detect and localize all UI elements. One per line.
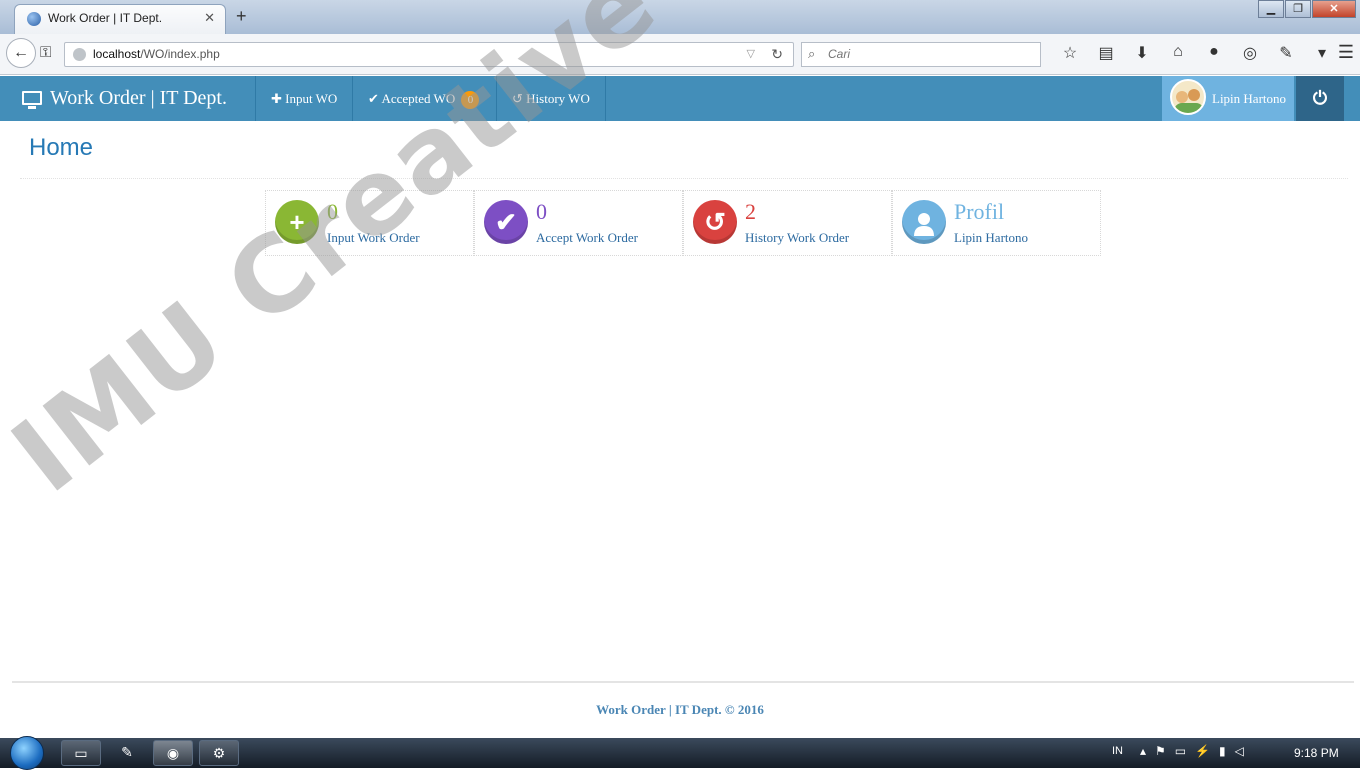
brand-link[interactable]: Work Order | IT Dept. — [22, 76, 227, 121]
nav-input-wo-label: Input WO — [285, 91, 338, 106]
key-icon[interactable]: ⚿ — [40, 44, 51, 61]
pocket-icon[interactable]: ◎ — [1232, 43, 1268, 63]
explorer-taskbar-icon[interactable]: ▭ — [61, 740, 101, 766]
stat-value: 2 — [745, 199, 756, 224]
tray-icons[interactable]: ▴⚑▭⚡▮◁ — [1140, 744, 1253, 758]
url-text: localhost/WO/index.php — [93, 47, 220, 61]
reload-icon[interactable]: ↻ — [771, 46, 783, 63]
nav-input-wo[interactable]: ✚ Input WO — [255, 76, 353, 121]
url-dropdown-icon[interactable]: ▽ — [747, 47, 755, 60]
start-button[interactable] — [10, 736, 44, 770]
download-icon[interactable]: ⬇ — [1124, 43, 1160, 63]
avatar — [1170, 79, 1206, 115]
footer-text: Work Order | IT Dept. © 2016 — [596, 702, 764, 717]
notepad-taskbar-icon[interactable]: ✎ — [107, 740, 147, 766]
site-info-icon[interactable] — [73, 48, 86, 61]
check-icon: ✔ — [484, 200, 528, 244]
stat-label[interactable]: Accept Work Order — [536, 230, 638, 246]
extension-icon[interactable]: ✎ — [1268, 43, 1304, 63]
user-menu[interactable]: Lipin Hartono — [1162, 76, 1294, 121]
footer-divider — [12, 681, 1354, 683]
power-icon: ⏻ — [1312, 88, 1328, 108]
search-bar[interactable]: ⌕ — [801, 42, 1041, 67]
toolbar-icons: ☆ ▤ ⬇ ⌂ ● ◎ ✎ ▾ — [1052, 43, 1340, 63]
search-icon: ⌕ — [808, 46, 816, 61]
globe-icon — [27, 12, 41, 26]
app-taskbar-icon[interactable]: ⚙ — [199, 740, 239, 766]
stat-value: 0 — [536, 199, 547, 224]
logout-button[interactable]: ⏻ — [1296, 76, 1344, 121]
stat-label[interactable]: History Work Order — [745, 230, 849, 246]
stat-accept-wo[interactable]: ✔ 0 Accept Work Order — [474, 190, 683, 256]
clock[interactable]: 9:18 PM — [1294, 746, 1339, 760]
plus-icon: ✚ — [271, 91, 282, 106]
page-title: Home — [29, 134, 94, 161]
extension-dropdown-icon[interactable]: ▾ — [1304, 43, 1340, 63]
app-header: Work Order | IT Dept. ✚ Input WO ✔ Accep… — [0, 76, 1360, 121]
reading-list-icon[interactable]: ▤ — [1088, 43, 1124, 63]
user-silhouette — [914, 213, 934, 237]
url-host: localhost — [93, 47, 141, 61]
monitor-icon — [22, 91, 42, 109]
close-window-button[interactable]: ✕ — [1312, 0, 1356, 18]
window-controls: ▁ ❐ ✕ — [1257, 0, 1356, 18]
language-indicator[interactable]: IN — [1112, 745, 1123, 757]
title-divider — [20, 178, 1348, 179]
stat-value: Profil — [954, 199, 1005, 224]
stat-label[interactable]: Lipin Hartono — [954, 230, 1028, 246]
home-icon[interactable]: ⌂ — [1160, 43, 1196, 63]
address-bar[interactable]: localhost/WO/index.php ▽ ↻ — [64, 42, 794, 67]
close-tab-icon[interactable]: ✕ — [204, 10, 215, 26]
brand-title: Work Order | IT Dept. — [50, 87, 227, 109]
os-taskbar: ▭ ✎ ◉ ⚙ IN ▴⚑▭⚡▮◁ 9:18 PM — [0, 736, 1360, 770]
browser-titlebar: Work Order | IT Dept. ✕ + ▁ ❐ ✕ — [0, 0, 1360, 34]
user-name: Lipin Hartono — [1212, 91, 1287, 106]
hamburger-menu-icon[interactable]: ☰ — [1338, 42, 1354, 63]
search-input[interactable] — [826, 46, 1030, 62]
browser-tab[interactable]: Work Order | IT Dept. ✕ — [14, 4, 226, 34]
back-button[interactable]: ← — [6, 38, 36, 68]
stat-history-wo[interactable]: ↺ 2 History Work Order — [683, 190, 892, 256]
bookmark-star-icon[interactable]: ☆ — [1052, 43, 1088, 63]
firefox-taskbar-icon[interactable]: ◉ — [153, 740, 193, 766]
chat-icon[interactable]: ● — [1196, 43, 1232, 63]
user-icon — [902, 200, 946, 244]
maximize-button[interactable]: ❐ — [1285, 0, 1311, 18]
tab-title: Work Order | IT Dept. — [48, 11, 163, 25]
stat-profile[interactable]: Profil Lipin Hartono — [892, 190, 1101, 256]
browser-toolbar: ← ⚿ localhost/WO/index.php ▽ ↻ ⌕ ☆ ▤ ⬇ ⌂… — [0, 34, 1360, 75]
history-icon: ↺ — [693, 200, 737, 244]
check-icon: ✔ — [368, 91, 379, 106]
url-path: /WO/index.php — [140, 47, 220, 61]
new-tab-button[interactable]: + — [236, 6, 247, 27]
minimize-button[interactable]: ▁ — [1258, 0, 1284, 18]
